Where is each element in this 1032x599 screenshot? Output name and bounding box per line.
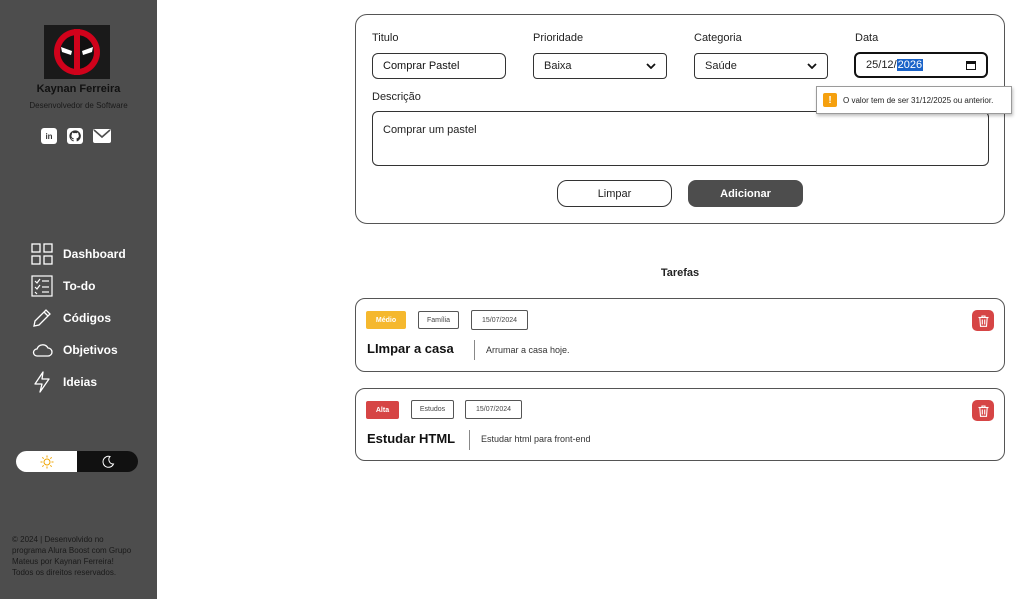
task-form: Titulo Comprar Pastel Prioridade Baixa C…	[355, 14, 1005, 224]
clear-button[interactable]: Limpar	[557, 180, 672, 207]
date-input[interactable]: 25/12/2026	[854, 52, 988, 78]
date-value: 25/12/2026	[866, 59, 924, 71]
task-description: Arrumar a casa hoje.	[486, 345, 570, 355]
sidebar-item-ideias[interactable]: Ideias	[31, 366, 126, 398]
priority-value: Baixa	[544, 60, 572, 72]
task-divider	[469, 430, 470, 450]
task-card: Alta Estudos 15/07/2024 Estudar HTML Est…	[355, 388, 1005, 461]
priority-badge: Alta	[366, 401, 399, 419]
calendar-icon[interactable]	[966, 60, 976, 70]
footer-note: © 2024 | Desenvolvido no programa Alura …	[12, 535, 132, 577]
category-badge: Estudos	[411, 400, 454, 419]
theme-dark-option[interactable]	[77, 451, 138, 472]
delete-button[interactable]	[972, 400, 994, 421]
title-label: Titulo	[372, 32, 399, 44]
sidebar-item-dashboard[interactable]: Dashboard	[31, 238, 126, 270]
description-textarea[interactable]: Comprar um pastel	[372, 111, 989, 166]
task-description: Estudar html para front-end	[481, 434, 591, 444]
sidebar-item-todo[interactable]: To-do	[31, 270, 126, 302]
date-month: 12	[881, 59, 894, 71]
description-label: Descrição	[372, 91, 421, 103]
warning-icon: !	[823, 93, 837, 107]
moon-icon	[101, 455, 114, 468]
sidebar-item-codigos[interactable]: Códigos	[31, 302, 126, 334]
category-label: Categoria	[694, 32, 742, 44]
chevron-down-icon	[646, 63, 656, 69]
date-label: Data	[855, 32, 879, 44]
delete-button[interactable]	[972, 310, 994, 331]
validation-message: O valor tem de ser 31/12/2025 ou anterio…	[843, 95, 994, 105]
task-title: LImpar a casa	[367, 341, 454, 356]
trash-icon	[978, 404, 988, 417]
pencil-icon	[33, 309, 51, 327]
profile-name: Kaynan Ferreira	[36, 83, 121, 95]
task-title: Estudar HTML	[367, 431, 456, 446]
trash-icon	[978, 314, 988, 327]
date-day: 25	[866, 59, 879, 71]
sun-icon	[40, 455, 53, 468]
deadpool-logo-icon	[54, 29, 100, 75]
add-button[interactable]: Adicionar	[688, 180, 803, 207]
priority-select[interactable]: Baixa	[533, 53, 667, 79]
sidebar-item-objetivos[interactable]: Objetivos	[31, 334, 126, 366]
chevron-down-icon	[807, 63, 817, 69]
category-badge: Família	[418, 311, 459, 329]
validation-tooltip: ! O valor tem de ser 31/12/2025 ou anter…	[816, 86, 1012, 114]
profile-role: Desenvolvedor de Software	[29, 101, 128, 110]
sidebar-nav: Dashboard To-do Códigos Objetivos Ideias	[31, 238, 126, 398]
cloud-icon	[32, 344, 53, 357]
task-card: Médio Família 15/07/2024 LImpar a casa A…	[355, 298, 1005, 372]
lightning-icon	[34, 371, 50, 393]
linkedin-text: in	[45, 131, 53, 141]
sidebar-item-label: Códigos	[63, 311, 111, 325]
checklist-icon	[31, 275, 53, 297]
avatar	[44, 25, 110, 79]
category-value: Saúde	[705, 60, 737, 72]
sidebar-item-label: Objetivos	[63, 343, 118, 357]
theme-toggle[interactable]	[16, 451, 138, 472]
sidebar-item-label: Dashboard	[63, 247, 126, 261]
date-badge: 15/07/2024	[465, 400, 522, 419]
priority-badge: Médio	[366, 311, 406, 329]
date-badge: 15/07/2024	[471, 310, 528, 330]
theme-light-option[interactable]	[16, 451, 77, 472]
date-year: 2026	[896, 59, 924, 71]
title-input[interactable]: Comprar Pastel	[372, 53, 506, 79]
social-links: in	[41, 128, 111, 144]
mail-icon[interactable]	[93, 129, 111, 143]
sidebar-item-label: Ideias	[63, 375, 98, 389]
github-icon[interactable]	[67, 128, 83, 144]
linkedin-icon[interactable]: in	[41, 128, 57, 144]
task-divider	[474, 340, 475, 360]
priority-label: Prioridade	[533, 32, 584, 44]
tasks-heading: Tarefas	[660, 267, 700, 279]
grid-icon	[31, 243, 53, 265]
category-select[interactable]: Saúde	[694, 53, 828, 79]
sidebar-item-label: To-do	[63, 279, 96, 293]
sidebar: Kaynan Ferreira Desenvolvedor de Softwar…	[0, 0, 157, 599]
